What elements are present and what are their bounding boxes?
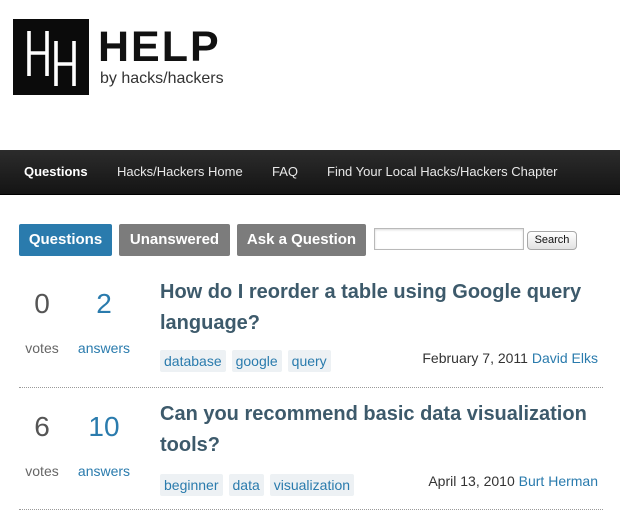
- tag[interactable]: visualization: [269, 474, 355, 496]
- question-author-link[interactable]: Burt Herman: [519, 473, 598, 489]
- vote-count: 6: [34, 411, 50, 442]
- question-meta: April 13, 2010 Burt Herman: [428, 472, 598, 490]
- tag[interactable]: beginner: [160, 474, 223, 496]
- tag-list: database google query: [160, 350, 331, 372]
- vote-count: 0: [34, 288, 50, 319]
- site-title[interactable]: HELP: [98, 24, 221, 70]
- hh-logo-icon: [27, 31, 76, 86]
- votes-label: votes: [25, 340, 59, 356]
- question-author-link[interactable]: David Elks: [532, 350, 598, 366]
- ask-question-button[interactable]: Ask a Question: [237, 224, 366, 256]
- search-button[interactable]: Search: [527, 231, 577, 250]
- question-title-link[interactable]: Can you recommend basic data visualizati…: [160, 399, 600, 461]
- row-divider: [19, 387, 603, 388]
- answers-label[interactable]: answers: [69, 340, 139, 356]
- site-subtitle: by hacks/hackers: [100, 70, 224, 87]
- question-date: February 7, 2011: [422, 350, 528, 366]
- question-title-link[interactable]: How do I reorder a table using Google qu…: [160, 277, 600, 339]
- nav-item-hacks-hackers-home[interactable]: Hacks/Hackers Home: [117, 150, 243, 194]
- nav-item-find-local-chapter[interactable]: Find Your Local Hacks/Hackers Chapter: [327, 150, 558, 194]
- search-input[interactable]: [374, 228, 524, 250]
- tag[interactable]: google: [231, 350, 282, 372]
- tab-unanswered[interactable]: Unanswered: [119, 224, 230, 256]
- row-divider: [19, 509, 603, 510]
- answer-count[interactable]: 10: [74, 412, 134, 442]
- nav-item-questions[interactable]: Questions: [24, 150, 88, 194]
- tag[interactable]: database: [160, 350, 226, 372]
- tag-list: beginner data visualization: [160, 474, 355, 496]
- question-meta: February 7, 2011 David Elks: [422, 349, 598, 367]
- nav-item-faq[interactable]: FAQ: [272, 150, 298, 194]
- question-item: 0 votes 2 answers How do I reorder a tab…: [0, 266, 620, 388]
- tag[interactable]: data: [228, 474, 264, 496]
- question-date: April 13, 2010: [428, 473, 515, 489]
- votes-label: votes: [25, 463, 59, 479]
- logo-mark[interactable]: [13, 19, 89, 95]
- tab-questions[interactable]: Questions: [19, 224, 112, 256]
- answers-label[interactable]: answers: [69, 463, 139, 479]
- top-navbar: Questions Hacks/Hackers Home FAQ Find Yo…: [0, 150, 620, 195]
- question-item: 6 votes 10 answers Can you recommend bas…: [0, 389, 620, 511]
- answer-count[interactable]: 2: [74, 289, 134, 319]
- tag[interactable]: query: [287, 350, 331, 372]
